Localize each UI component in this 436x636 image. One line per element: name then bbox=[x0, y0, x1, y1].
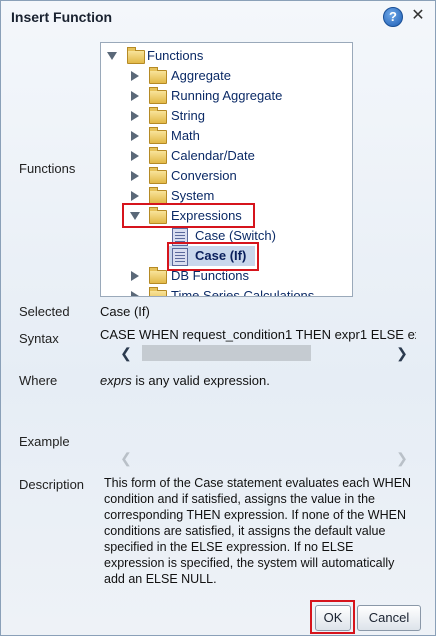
collapse-icon[interactable] bbox=[107, 52, 117, 60]
scroll-left-icon[interactable]: ❮ bbox=[117, 344, 135, 362]
description-label: Description bbox=[19, 477, 85, 492]
ok-highlight bbox=[310, 600, 355, 634]
syntax-value: CASE WHEN request_condition1 THEN expr1 … bbox=[100, 327, 416, 342]
close-icon[interactable]: ✕ bbox=[409, 7, 427, 25]
expand-icon[interactable] bbox=[131, 191, 139, 201]
expressions-highlight bbox=[122, 203, 255, 228]
dialog-title: Insert Function bbox=[11, 9, 113, 25]
tree-item-running-aggregate[interactable]: Running Aggregate bbox=[101, 86, 331, 106]
tree-item-conversion[interactable]: Conversion bbox=[101, 166, 331, 186]
scroll-right-icon[interactable]: ❯ bbox=[393, 344, 411, 362]
case-if-highlight bbox=[167, 242, 259, 271]
folder-icon bbox=[149, 107, 167, 124]
help-icon[interactable]: ? bbox=[383, 7, 403, 27]
folder-icon bbox=[149, 67, 167, 84]
selected-label: Selected bbox=[19, 304, 70, 319]
expand-icon[interactable] bbox=[131, 271, 139, 281]
where-value: exprs is any valid expression. bbox=[100, 373, 270, 388]
tree-item-calendar-date[interactable]: Calendar/Date bbox=[101, 146, 331, 166]
cancel-button[interactable]: Cancel bbox=[357, 605, 421, 631]
syntax-scrollbar-thumb[interactable] bbox=[142, 345, 311, 361]
folder-icon bbox=[149, 127, 167, 144]
folder-icon bbox=[149, 267, 167, 284]
expand-icon[interactable] bbox=[131, 151, 139, 161]
title-bar: Insert Function ? ✕ bbox=[1, 1, 435, 33]
insert-function-dialog: Insert Function ? ✕ Functions Functions … bbox=[0, 0, 436, 636]
tree-item-string[interactable]: String bbox=[101, 106, 331, 126]
where-label: Where bbox=[19, 373, 58, 388]
folder-icon bbox=[149, 147, 167, 164]
tree-item-aggregate[interactable]: Aggregate bbox=[101, 66, 331, 86]
tree-item-functions[interactable]: Functions bbox=[101, 46, 331, 66]
functions-tree[interactable]: Functions Aggregate Running Aggregate St… bbox=[100, 42, 353, 297]
expand-icon[interactable] bbox=[131, 291, 139, 296]
syntax-scrollbar[interactable]: ❮ ❯ bbox=[117, 344, 417, 362]
description-text: This form of the Case statement evaluate… bbox=[104, 476, 412, 586]
expand-icon[interactable] bbox=[131, 91, 139, 101]
folder-icon bbox=[149, 167, 167, 184]
syntax-field: CASE WHEN request_condition1 THEN expr1 … bbox=[100, 327, 416, 343]
folder-icon bbox=[149, 187, 167, 204]
example-label: Example bbox=[19, 434, 70, 449]
folder-icon bbox=[149, 287, 167, 296]
functions-label: Functions bbox=[19, 161, 76, 176]
expand-icon[interactable] bbox=[131, 111, 139, 121]
tree-item-time-series[interactable]: Time Series Calculations bbox=[101, 286, 331, 296]
example-scrollbar[interactable]: ❮ ❯ bbox=[117, 449, 417, 467]
selected-value: Case (If) bbox=[100, 304, 150, 319]
scroll-left-icon[interactable]: ❮ bbox=[117, 449, 135, 467]
syntax-label: Syntax bbox=[19, 331, 59, 346]
folder-icon bbox=[149, 87, 167, 104]
expand-icon[interactable] bbox=[131, 71, 139, 81]
folder-icon bbox=[127, 47, 145, 64]
tree-item-math[interactable]: Math bbox=[101, 126, 331, 146]
scroll-right-icon[interactable]: ❯ bbox=[393, 449, 411, 467]
expand-icon[interactable] bbox=[131, 131, 139, 141]
expand-icon[interactable] bbox=[131, 171, 139, 181]
